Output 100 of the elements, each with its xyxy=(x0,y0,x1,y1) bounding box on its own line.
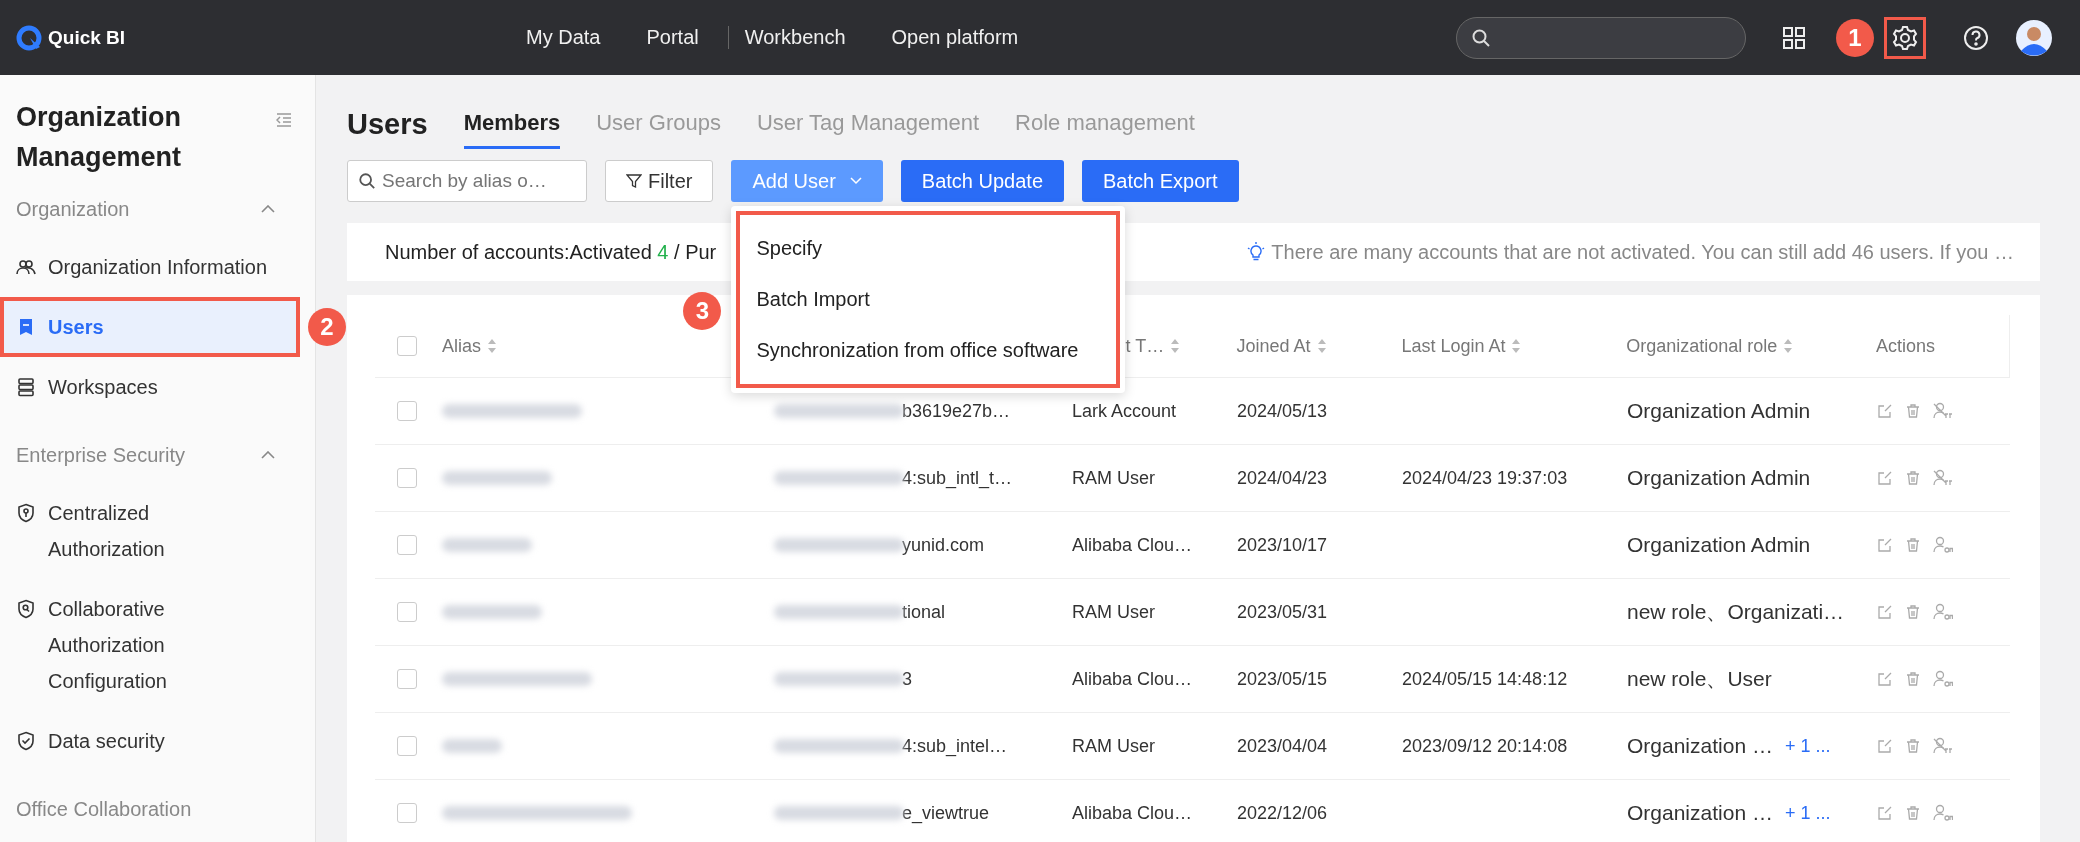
table-cell: 2022/12/06 xyxy=(1237,802,1328,824)
edit-icon[interactable] xyxy=(1877,470,1893,486)
batch-button[interactable]: Batch Update xyxy=(900,160,1065,202)
menu-item[interactable]: Synchronization from office software xyxy=(740,325,1117,376)
table-cell: RAM User xyxy=(1072,467,1155,489)
table-cell: RAM User xyxy=(1072,735,1155,757)
nav-link[interactable]: Portal xyxy=(646,26,699,49)
avatar[interactable] xyxy=(2016,19,2052,56)
sidebar-title: Organization Management xyxy=(16,101,183,174)
lightbulb-icon xyxy=(1247,242,1266,262)
checkbox[interactable] xyxy=(397,803,417,823)
filter-icon xyxy=(626,173,642,189)
table-cell: Organization … xyxy=(1627,734,1773,758)
table-cell: 2024/05/13 xyxy=(1237,400,1328,422)
nav-link[interactable]: Workbench xyxy=(727,26,846,49)
delete-icon[interactable] xyxy=(1905,805,1921,821)
menu-item[interactable]: Specify xyxy=(740,223,1117,274)
delete-icon[interactable] xyxy=(1905,604,1921,620)
edit-icon[interactable] xyxy=(1877,604,1893,620)
edit-icon[interactable] xyxy=(1877,403,1893,419)
sidebar-item[interactable]: Workspaces xyxy=(0,357,300,417)
checkbox[interactable] xyxy=(397,736,417,756)
sort-icon[interactable] xyxy=(1170,338,1181,354)
delete-icon[interactable] xyxy=(1905,537,1921,553)
table-cell: Organization Admin xyxy=(1627,533,1811,557)
table-cell: 2024/04/23 19:37:03 xyxy=(1402,467,1568,489)
caret-icon xyxy=(849,177,862,185)
batch-button[interactable]: Batch Export xyxy=(1082,160,1239,202)
sidebar-item[interactable]: Organization Information xyxy=(0,237,300,297)
settings-button[interactable] xyxy=(1884,16,1926,59)
user-disable-icon[interactable] xyxy=(1933,737,1953,755)
table-cell: 2023/09/12 20:14:08 xyxy=(1402,735,1568,757)
checkbox[interactable] xyxy=(397,468,417,488)
more-link[interactable]: + 1 ... xyxy=(1784,802,1831,824)
table-cell: Alibaba Clou… xyxy=(1072,534,1193,556)
search-icon xyxy=(358,172,376,190)
table-cell: Alibaba Clou… xyxy=(1072,802,1193,824)
collapse-icon[interactable] xyxy=(276,113,292,127)
sidebar-item[interactable]: Centralized Authorization xyxy=(0,483,300,579)
table-cell: 2024/05/15 14:48:12 xyxy=(1402,668,1568,690)
account-count: Number of accounts:Activated 4 / Pur xyxy=(385,240,717,264)
menu-item[interactable]: Batch Import xyxy=(740,274,1117,325)
app-name: Quick BI xyxy=(48,26,126,49)
edit-icon[interactable] xyxy=(1877,671,1893,687)
sidebar-item[interactable]: Collaborative Authorization Configuration xyxy=(0,579,300,711)
sort-icon[interactable] xyxy=(487,338,497,354)
delete-icon[interactable] xyxy=(1905,470,1921,486)
edit-icon[interactable] xyxy=(1877,805,1893,821)
people-icon xyxy=(16,257,36,277)
checkbox[interactable] xyxy=(397,535,417,555)
column-header: Joined At xyxy=(1236,335,1311,357)
user-disable-icon[interactable] xyxy=(1933,402,1953,420)
more-link[interactable]: + 1 ... xyxy=(1784,735,1831,757)
filter-button[interactable]: Filter xyxy=(605,160,714,202)
blurred-text xyxy=(442,739,502,753)
checkbox[interactable] xyxy=(397,336,417,356)
edit-icon[interactable] xyxy=(1877,537,1893,553)
nav-link[interactable]: My Data xyxy=(526,26,601,49)
section-title: Enterprise Security xyxy=(16,443,185,467)
user-enable-icon[interactable] xyxy=(1933,603,1953,621)
column-header: Actions xyxy=(1876,335,1936,357)
logo-icon xyxy=(16,24,42,51)
chevron-icon[interactable] xyxy=(261,451,275,459)
table-cell: Organization Admin xyxy=(1627,399,1811,423)
help-icon[interactable] xyxy=(1962,23,1990,52)
table-cell: 3 xyxy=(902,668,912,690)
delete-icon[interactable] xyxy=(1905,671,1921,687)
user-enable-icon[interactable] xyxy=(1933,536,1953,554)
checkbox[interactable] xyxy=(397,669,417,689)
search-field[interactable] xyxy=(1456,16,1746,59)
sidebar-item[interactable]: Users xyxy=(0,297,300,357)
table-cell: yunid.com xyxy=(902,534,985,556)
user-enable-icon[interactable] xyxy=(1933,670,1953,688)
table-cell: 4:sub_intel… xyxy=(902,735,1008,757)
sort-icon[interactable] xyxy=(1316,338,1327,354)
table-cell: b3619e27b… xyxy=(902,400,1011,422)
apps-grid-icon[interactable] xyxy=(1782,25,1806,50)
chevron-icon[interactable] xyxy=(261,205,275,213)
sort-icon[interactable] xyxy=(1511,338,1522,354)
table-cell: 2023/04/04 xyxy=(1237,735,1328,757)
column-header: Last Login At xyxy=(1401,335,1506,357)
column-header: Alias xyxy=(442,335,481,357)
table-cell: 2024/04/23 xyxy=(1237,467,1328,489)
table-cell: Organization … xyxy=(1627,801,1773,825)
tab[interactable]: Members xyxy=(463,99,561,149)
table-cell: 2023/05/15 xyxy=(1237,668,1328,690)
shield-icon xyxy=(16,503,36,523)
sort-icon[interactable] xyxy=(1783,338,1794,354)
checkbox[interactable] xyxy=(397,401,417,421)
edit-icon[interactable] xyxy=(1877,738,1893,754)
checkbox[interactable] xyxy=(397,602,417,622)
settings-icon xyxy=(1891,23,1919,52)
nav-link[interactable]: Open platform xyxy=(891,26,1019,49)
delete-icon[interactable] xyxy=(1905,738,1921,754)
table-cell: tional xyxy=(902,601,946,623)
sidebar-item[interactable]: Data security xyxy=(0,711,300,771)
delete-icon[interactable] xyxy=(1905,403,1921,419)
user-enable-icon[interactable] xyxy=(1933,804,1953,822)
shield-icon xyxy=(16,599,36,619)
user-disable-icon[interactable] xyxy=(1933,469,1953,487)
